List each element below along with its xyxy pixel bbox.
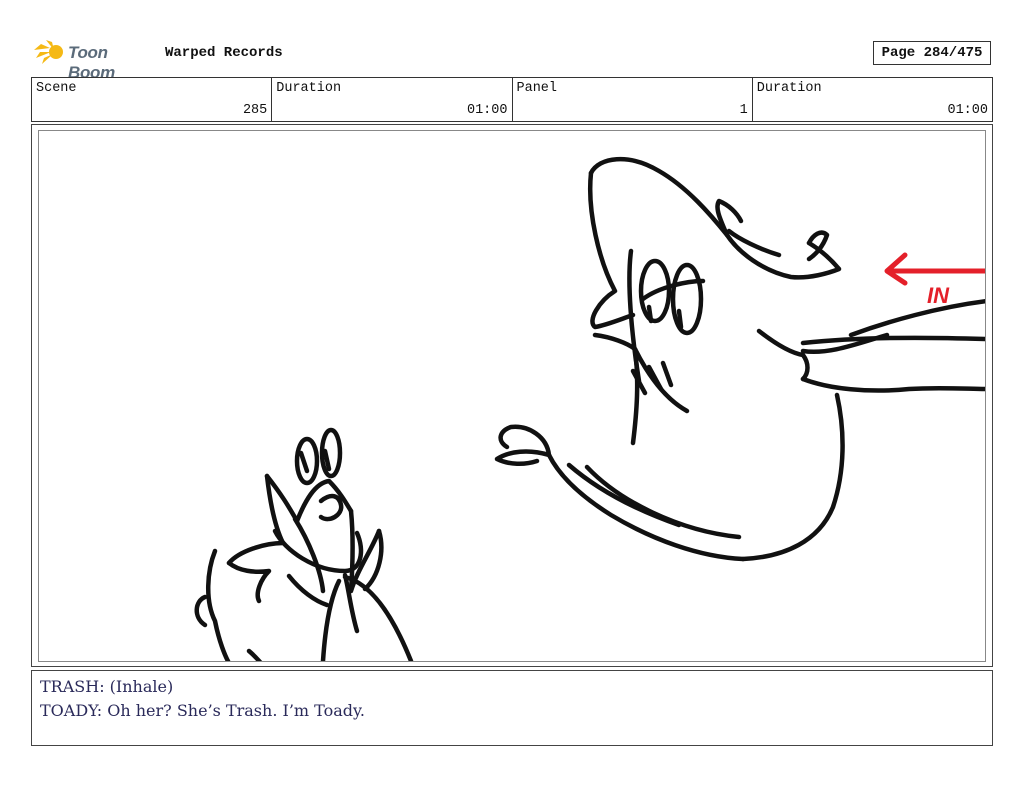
panel-label: Panel (516, 81, 558, 96)
toon-boom-logo: Toon Boom (32, 38, 156, 82)
scene-label: Scene (36, 81, 77, 96)
panel-duration-label: Duration (756, 81, 822, 96)
panel-cell: Panel 1 (513, 78, 753, 121)
dialogue-box: TRASH: (Inhale) TOADY: Oh her? She’s Tra… (31, 670, 993, 746)
toon-boom-star-icon (34, 40, 63, 64)
storyboard-drawing: IN (38, 130, 986, 662)
dialogue-line: TOADY: Oh her? She’s Trash. I’m Toady. (40, 701, 365, 720)
sketch-canvas: IN (194, 157, 985, 661)
toady-character-sketch (494, 157, 985, 562)
scene-duration-value: 01:00 (466, 103, 508, 118)
in-annotation-text: IN (927, 283, 950, 308)
project-title: Warped Records (165, 45, 283, 61)
scene-duration-label: Duration (276, 81, 342, 96)
scene-info-bar: Scene 285 Duration 01:00 Panel 1 Duratio… (31, 77, 993, 122)
panel-duration-cell: Duration 01:00 (753, 78, 992, 121)
scene-cell: Scene 285 (32, 78, 273, 121)
page-indicator: Page 284/475 (873, 41, 991, 65)
dialogue-line: TRASH: (Inhale) (40, 677, 174, 696)
in-arrow-annotation: IN (884, 252, 985, 308)
scene-value: 285 (242, 103, 268, 118)
panel-value: 1 (739, 103, 748, 118)
panel-duration-value: 01:00 (947, 103, 988, 118)
trash-character-sketch (194, 427, 414, 661)
scene-duration-cell: Duration 01:00 (272, 78, 513, 121)
